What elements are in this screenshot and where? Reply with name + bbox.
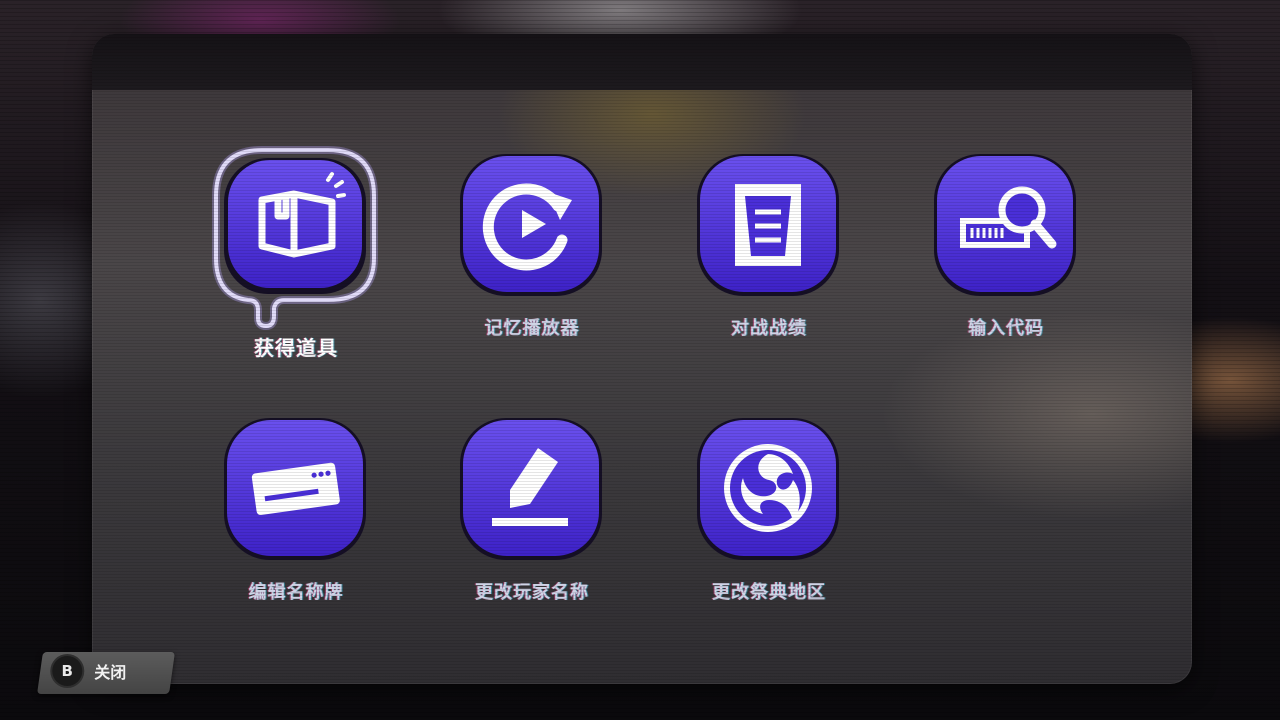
package-icon <box>212 146 378 331</box>
menu-item-change-player-name[interactable]: 更改玩家名称 <box>434 418 614 628</box>
menu-item-edit-nameplate[interactable]: 编辑名称牌 <box>198 418 378 628</box>
close-button[interactable]: B 关闭 <box>37 652 175 694</box>
replay-icon <box>460 154 602 296</box>
b-button-icon: B <box>52 656 83 686</box>
close-label: 关闭 <box>94 663 127 682</box>
menu-item-memory-player[interactable]: 记忆播放器 <box>434 154 614 364</box>
menu-item-change-splatfest-region[interactable]: 更改祭典地区 <box>671 418 851 628</box>
clipboard-icon <box>697 154 839 296</box>
menu-item-label: 更改玩家名称 <box>475 582 589 603</box>
nameplate-icon <box>224 418 366 560</box>
code-search-icon <box>934 154 1076 296</box>
menu-item-label: 编辑名称牌 <box>248 582 344 603</box>
menu-item-enter-code[interactable]: 输入代码 <box>908 154 1088 364</box>
menu-panel: 获得道具 记忆播放器 对战战绩 输入代码 编辑名称牌 更改玩家名称 更改祭典地区 <box>92 34 1192 684</box>
menu-item-get-items[interactable]: 获得道具 <box>198 146 378 364</box>
menu-item-label: 更改祭典地区 <box>712 582 826 603</box>
menu-item-battle-record[interactable]: 对战战绩 <box>671 154 851 364</box>
splatfest-emblem-icon <box>697 418 839 560</box>
menu-item-label: 输入代码 <box>968 318 1044 339</box>
pencil-icon <box>460 418 602 560</box>
menu-item-label: 获得道具 <box>254 336 338 360</box>
menu-item-label: 记忆播放器 <box>484 318 580 339</box>
menu-item-label: 对战战绩 <box>731 318 807 339</box>
